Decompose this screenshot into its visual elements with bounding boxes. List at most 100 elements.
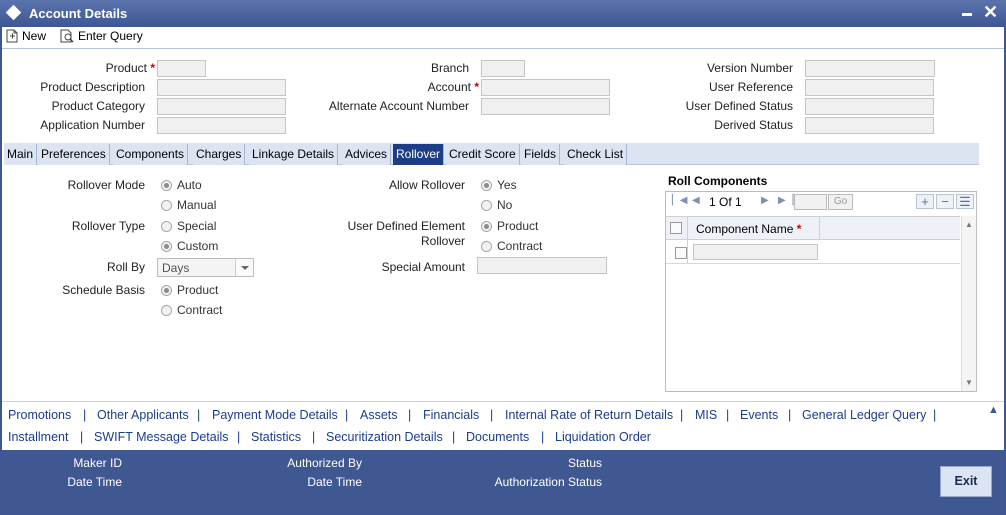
enter-query-button[interactable]: Enter Query — [59, 29, 143, 43]
link-installment[interactable]: Installment — [8, 430, 68, 444]
account-field[interactable] — [481, 79, 610, 96]
new-button[interactable]: New — [5, 29, 46, 43]
tab-main[interactable]: Main — [4, 144, 38, 165]
user-defined-status-field[interactable] — [805, 98, 934, 115]
page-number-input[interactable] — [794, 194, 827, 210]
link-securitization-details[interactable]: Securitization Details — [326, 430, 443, 444]
link-separator: | — [197, 408, 201, 422]
minimize-icon[interactable] — [962, 13, 972, 16]
single-view-icon[interactable]: ☰ — [956, 194, 974, 209]
last-page-icon[interactable]: ▶▕ — [778, 195, 793, 206]
tab-check-list[interactable]: Check List — [564, 144, 628, 165]
select-all-checkbox[interactable] — [670, 222, 682, 234]
link-assets[interactable]: Assets — [360, 408, 398, 422]
tab-components[interactable]: Components — [113, 144, 189, 165]
link-general-ledger-query[interactable]: General Ledger Query — [802, 408, 926, 422]
go-button[interactable]: Go — [828, 194, 853, 210]
product-description-field[interactable] — [157, 79, 286, 96]
tab-rollover[interactable]: Rollover — [393, 144, 445, 165]
link-payment-mode-details[interactable]: Payment Mode Details — [212, 408, 338, 422]
branch-field[interactable] — [481, 60, 525, 77]
schedule-basis-label: Schedule Basis — [62, 283, 145, 297]
basis-product-radio[interactable] — [161, 285, 172, 296]
tab-credit-score[interactable]: Credit Score — [446, 144, 520, 165]
account-label: Account * — [427, 80, 479, 94]
app-diamond-icon — [5, 4, 22, 21]
mode-manual-radio[interactable] — [161, 200, 172, 211]
query-icon — [60, 29, 74, 43]
component-name-header: Component Name * — [696, 222, 802, 236]
new-document-icon — [6, 29, 18, 43]
add-row-icon[interactable]: + — [916, 194, 934, 209]
basis-contract-radio[interactable] — [161, 305, 172, 316]
prev-page-icon[interactable]: ◀ — [692, 195, 700, 206]
product-label: Product * — [105, 61, 155, 75]
chevron-down-icon[interactable] — [235, 259, 253, 276]
allow-yes-label: Yes — [497, 178, 517, 192]
tab-advices[interactable]: Advices — [342, 144, 392, 165]
link-documents[interactable]: Documents — [466, 430, 529, 444]
link-separator: | — [312, 430, 316, 444]
ude-rollover-label-line2: Rollover — [420, 234, 465, 248]
tab-linkage-details[interactable]: Linkage Details — [249, 144, 339, 165]
special-amount-field[interactable] — [477, 257, 607, 274]
component-name-input[interactable] — [693, 244, 818, 260]
product-category-field[interactable] — [157, 98, 286, 115]
link-promotions[interactable]: Promotions — [8, 408, 71, 422]
tab-fields[interactable]: Fields — [521, 144, 561, 165]
exit-button[interactable]: Exit — [940, 466, 992, 497]
link-separator: | — [83, 408, 87, 422]
alternate-account-number-field[interactable] — [481, 98, 610, 115]
tab-charges[interactable]: Charges — [193, 144, 246, 165]
mode-manual-label: Manual — [177, 198, 217, 212]
type-special-label: Special — [177, 219, 217, 233]
ude-product-radio[interactable] — [481, 221, 492, 232]
version-number-label: Version Number — [706, 61, 793, 75]
ude-contract-radio[interactable] — [481, 241, 492, 252]
roll-components-title: Roll Components — [668, 174, 768, 188]
allow-no-radio[interactable] — [481, 200, 492, 211]
allow-no-label: No — [497, 198, 513, 212]
new-label: New — [22, 29, 47, 43]
link-mis[interactable]: MIS — [695, 408, 717, 422]
window-title-bar: Account Details ✕ — [0, 0, 1006, 27]
type-special-radio[interactable] — [161, 221, 172, 232]
row-checkbox[interactable] — [675, 247, 687, 259]
application-number-field[interactable] — [157, 117, 286, 134]
scroll-down-icon[interactable]: ▼ — [965, 378, 973, 387]
scroll-up-icon[interactable]: ▲ — [965, 220, 973, 229]
type-custom-radio[interactable] — [161, 241, 172, 252]
product-description-label: Product Description — [40, 80, 145, 94]
link-statistics[interactable]: Statistics — [251, 430, 301, 444]
tab-preferences[interactable]: Preferences — [38, 144, 110, 165]
link-swift-message-details[interactable]: SWIFT Message Details — [94, 430, 229, 444]
roll-by-value: Days — [162, 261, 190, 275]
ude-rollover-label-line1: User Defined Element — [347, 219, 465, 233]
maker-id-label: Maker ID — [73, 456, 122, 470]
roll-by-select[interactable]: Days — [157, 258, 254, 277]
link-separator: | — [680, 408, 684, 422]
link-liquidation-order[interactable]: Liquidation Order — [555, 430, 651, 444]
close-icon[interactable]: ✕ — [983, 1, 998, 23]
allow-yes-radio[interactable] — [481, 180, 492, 191]
link-separator: | — [933, 408, 937, 422]
mode-auto-label: Auto — [177, 178, 202, 192]
user-reference-field[interactable] — [805, 79, 934, 96]
basis-contract-label: Contract — [177, 303, 223, 317]
link-separator: | — [237, 430, 241, 444]
link-events[interactable]: Events — [740, 408, 778, 422]
link-other-applicants[interactable]: Other Applicants — [97, 408, 189, 422]
tab-bar: Main Preferences Components Charges Link… — [4, 143, 979, 165]
collapse-up-icon[interactable]: ▲ — [988, 404, 999, 416]
derived-status-field[interactable] — [805, 117, 934, 134]
vertical-scrollbar[interactable] — [961, 216, 976, 391]
ude-contract-label: Contract — [497, 239, 543, 253]
mode-auto-radio[interactable] — [161, 180, 172, 191]
link-financials[interactable]: Financials — [423, 408, 479, 422]
delete-row-icon[interactable]: − — [936, 194, 954, 209]
next-page-icon[interactable]: ▶ — [761, 195, 769, 206]
product-field[interactable] — [157, 60, 206, 77]
link-internal-rate-of-return-details[interactable]: Internal Rate of Return Details — [505, 408, 673, 422]
first-page-icon[interactable]: ▏◀ — [672, 195, 687, 206]
version-number-field[interactable] — [805, 60, 935, 77]
